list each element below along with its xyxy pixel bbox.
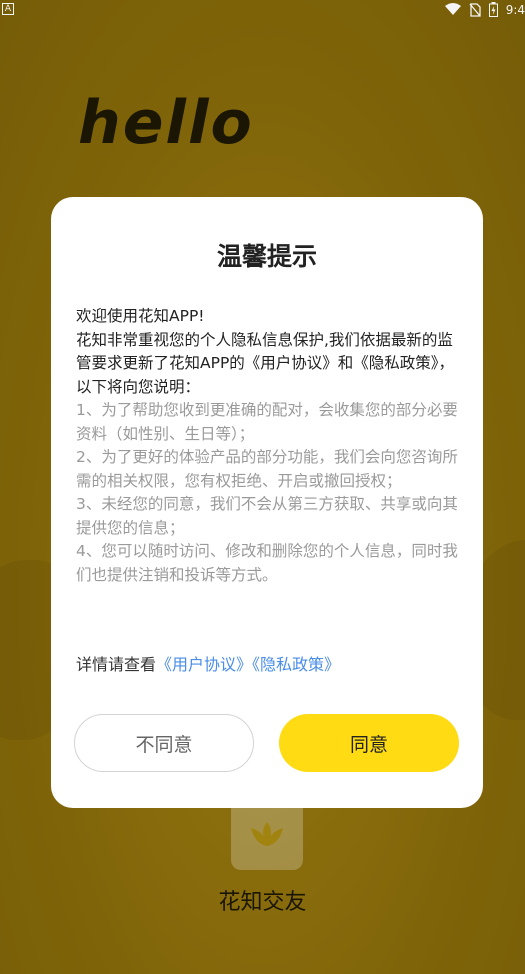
privacy-item: 2、为了更好的体验产品的部分功能，我们会向您咨询所需的相关权限，您有权拒绝、开启… xyxy=(76,448,458,490)
details-line: 详情请查看《用户协议》《隐私政策》 xyxy=(76,651,464,675)
disagree-button[interactable]: 不同意 xyxy=(74,714,254,772)
privacy-item: 3、未经您的同意，我们不会从第三方获取、共享或向其提供您的信息； xyxy=(76,495,458,537)
user-agreement-link[interactable]: 《用户协议》 xyxy=(156,655,252,674)
details-prefix: 详情请查看 xyxy=(76,655,157,674)
privacy-item: 4、您可以随时访问、修改和删除您的个人信息，同时我们也提供注销和投诉等方式。 xyxy=(76,542,458,584)
privacy-dialog: 温馨提示 欢迎使用花知APP! 花知非常重视您的个人隐私信息保护,我们依据最新的… xyxy=(51,197,483,808)
privacy-policy-link[interactable]: 《隐私政策》 xyxy=(252,655,340,674)
intro-welcome: 欢迎使用花知APP! xyxy=(76,307,205,325)
dialog-content: 欢迎使用花知APP! 花知非常重视您的个人隐私信息保护,我们依据最新的监管要求更… xyxy=(76,305,464,587)
dialog-title: 温馨提示 xyxy=(216,242,317,271)
agree-button[interactable]: 同意 xyxy=(279,714,459,772)
privacy-item: 1、为了帮助您收到更准确的配对，会收集您的部分必要资料（如性别、生日等）； xyxy=(76,401,458,443)
splash-screen: A 9:4 hello 花知交友 温馨提示 欢迎使用花知APP! 花知非常重视您… xyxy=(0,0,525,974)
intro-notice: 花知非常重视您的个人隐私信息保护,我们依据最新的监管要求更新了花知APP的《用户… xyxy=(76,330,455,396)
